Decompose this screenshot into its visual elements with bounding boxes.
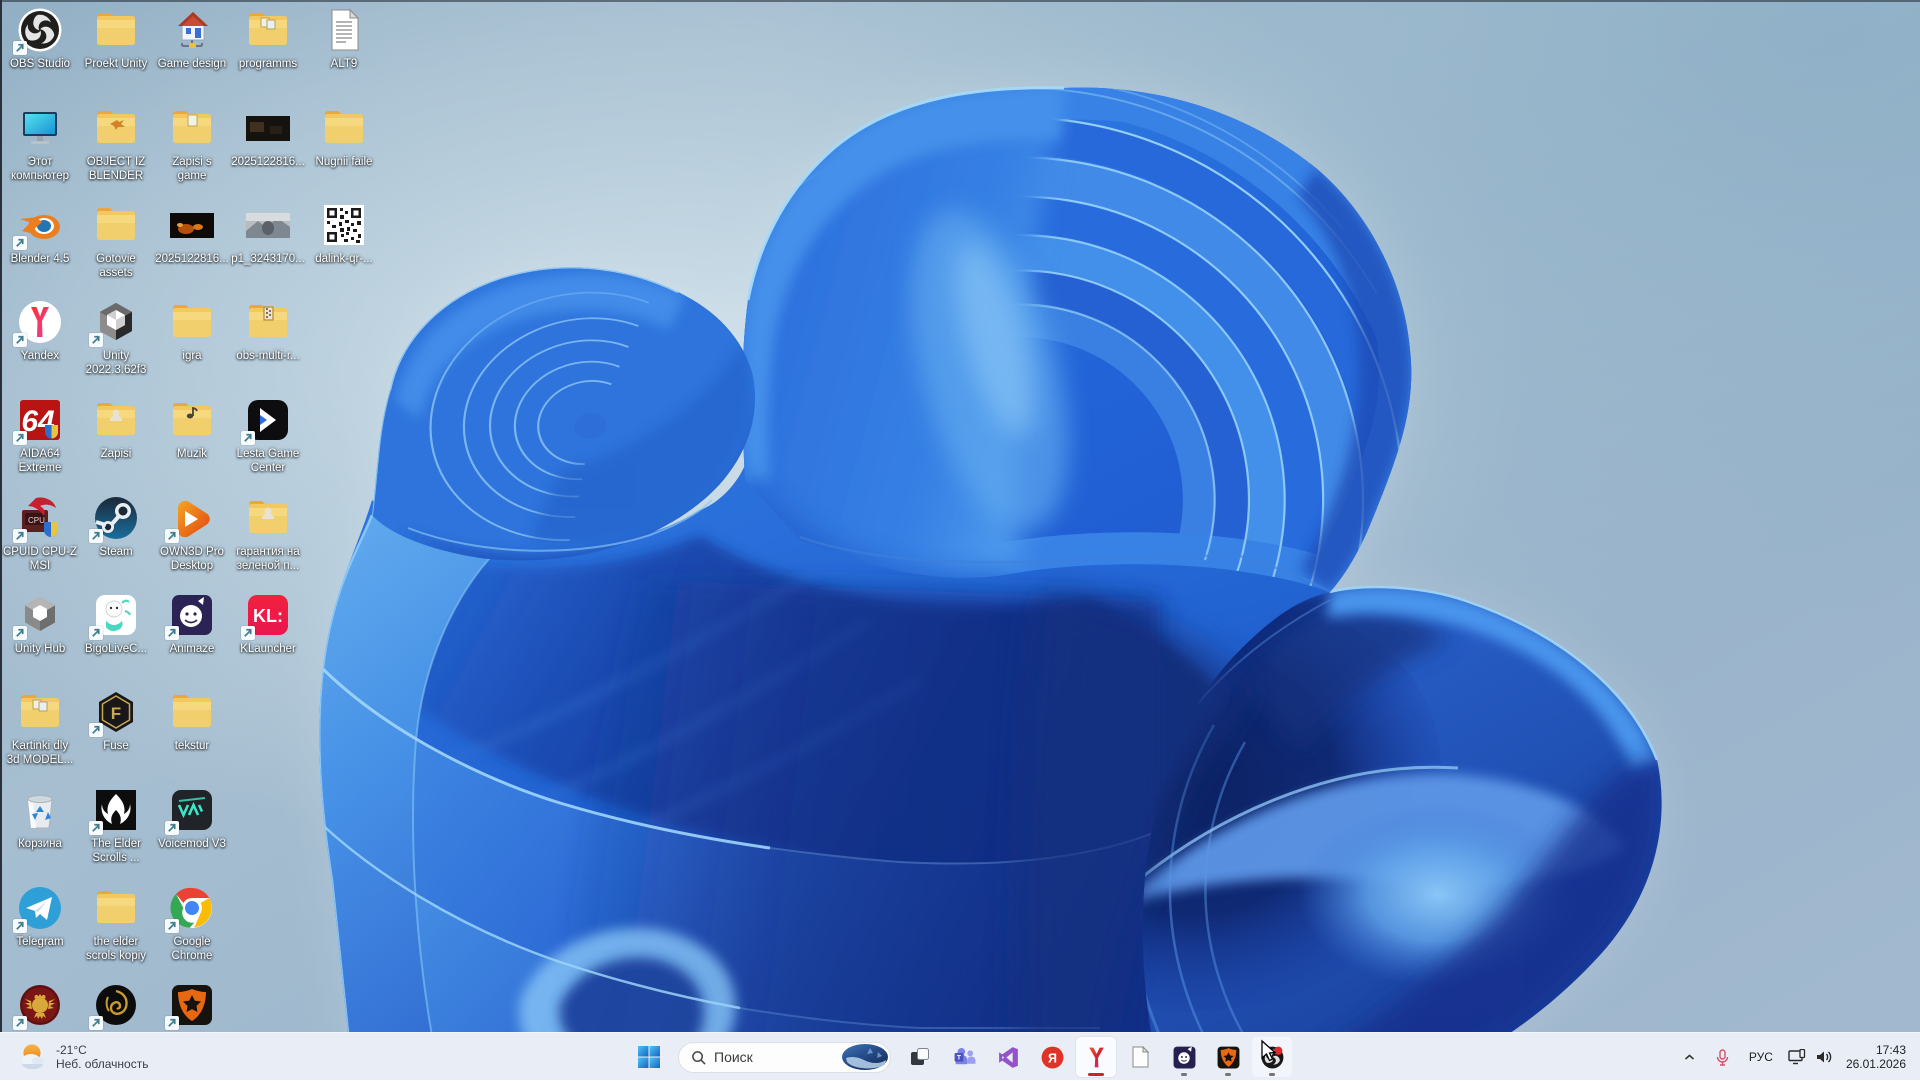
- svg-text:F: F: [111, 704, 121, 723]
- svg-text:CPU: CPU: [28, 516, 45, 525]
- svg-text:Я: Я: [1048, 1051, 1057, 1065]
- svg-text:KL:: KL:: [253, 606, 283, 626]
